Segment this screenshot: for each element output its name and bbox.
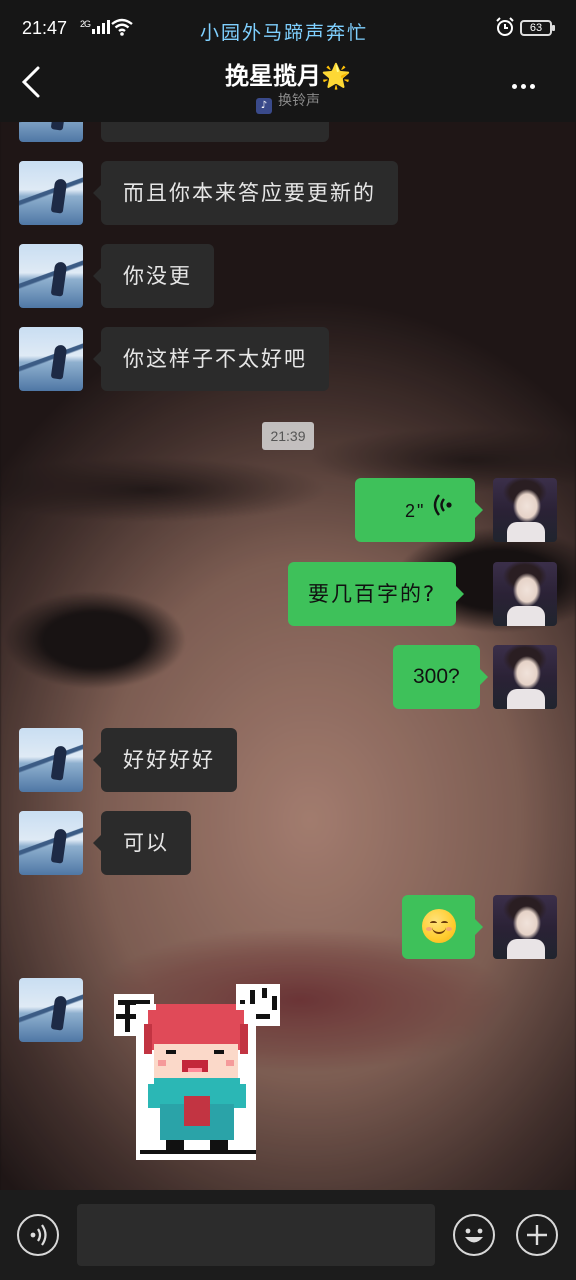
message-bubble-incoming[interactable]: 可以 [93,811,191,875]
emoji-button[interactable] [453,1214,495,1256]
plus-icon [527,1225,547,1245]
ringtone-subtitle[interactable]: ♪ 换铃声 [0,90,576,114]
my-avatar[interactable] [493,478,557,542]
message-bubble-incoming[interactable]: 你这样子不太好吧 [93,327,329,391]
contact-avatar[interactable] [19,811,83,875]
voice-message-bubble[interactable]: 2" [355,478,483,543]
chat-message-list[interactable]: 而且你本来答应要更新的 你没更 你这样子不太好吧 21:39 2" 要几百字的?… [0,122,576,1190]
message-bubble-incoming-partial[interactable] [101,122,329,142]
message-bubble-incoming[interactable]: 而且你本来答应要更新的 [93,161,398,225]
voice-input-button[interactable] [17,1214,59,1256]
smiling-face-icon [421,909,456,943]
contact-avatar[interactable] [19,161,83,225]
contact-avatar[interactable] [19,122,83,142]
message-bubble-outgoing[interactable]: 要几百字的? [288,562,465,626]
signal-icon: 2G [80,19,112,36]
message-timestamp: 21:39 [262,422,314,450]
message-bubble-outgoing[interactable]: 300? [393,645,488,709]
status-marquee-text: 小园外马蹄声奔忙 [200,22,369,44]
dot-icon [530,84,535,89]
contact-avatar[interactable] [19,978,83,1042]
voice-duration: 2" [405,501,426,521]
more-functions-button[interactable] [516,1214,558,1256]
my-avatar[interactable] [493,562,557,626]
battery-icon: 63 [520,20,555,36]
contact-avatar[interactable] [19,244,83,308]
status-time: 21:47 [22,18,68,38]
contact-avatar[interactable] [19,728,83,792]
alarm-clock-icon [495,17,515,41]
message-text-input[interactable] [77,1204,435,1266]
top-bar: 21:47 2G 小园外马蹄声奔忙 63 挽星揽月🌟 ♪ 换铃声 [0,0,576,122]
message-input-bar [0,1190,576,1280]
contact-avatar[interactable] [19,327,83,391]
subtitle-text: 换铃声 [278,93,320,109]
voice-wave-icon [30,1224,47,1246]
more-options-button[interactable] [512,74,548,94]
pixel-character-sticker[interactable]: 开心 [110,984,285,1164]
network-type: 2G [80,19,91,29]
smiley-face-icon [465,1228,483,1243]
glowing-star-icon: 🌟 [321,62,351,90]
dot-icon [521,84,526,89]
dot-icon [512,84,517,89]
emoji-message-bubble[interactable] [402,895,483,959]
message-bubble-incoming[interactable]: 你没更 [93,244,214,308]
message-bubble-incoming[interactable]: 好好好好 [93,728,237,792]
wifi-icon [110,17,134,41]
music-note-icon: ♪ [256,98,272,114]
chat-title: 挽星揽月🌟 [0,56,576,91]
voice-wave-icon [433,479,453,543]
my-avatar[interactable] [493,895,557,959]
chat-title-text: 挽星揽月 [225,62,322,90]
my-avatar[interactable] [493,645,557,709]
